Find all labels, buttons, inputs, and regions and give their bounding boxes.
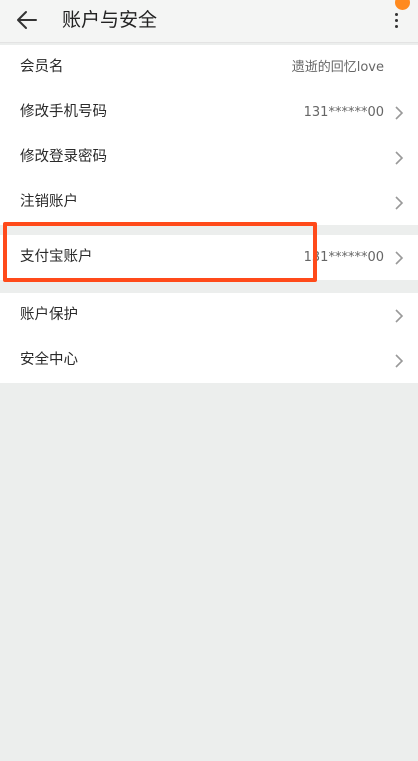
row-change-phone[interactable]: 修改手机号码 131******00 [0, 90, 418, 135]
row-label: 会员名 [20, 59, 64, 75]
row-label: 安全中心 [20, 352, 78, 368]
row-account-protection[interactable]: 账户保护 [0, 293, 418, 338]
phone-value: 131******00 [303, 105, 384, 120]
page-title: 账户与安全 [62, 9, 158, 31]
notification-dot [395, 0, 410, 10]
row-label: 注销账户 [20, 194, 78, 210]
row-cancel-account[interactable]: 注销账户 [0, 180, 418, 225]
top-bar: 账户与安全 [0, 0, 418, 43]
row-change-password[interactable]: 修改登录密码 [0, 135, 418, 180]
chevron-right-icon [395, 354, 404, 368]
row-label: 修改登录密码 [20, 149, 107, 165]
security-group: 账户保护 安全中心 [0, 293, 418, 383]
row-member-name[interactable]: 会员名 遗逝的回忆love [0, 45, 418, 90]
row-label: 修改手机号码 [20, 104, 107, 120]
chevron-right-icon [395, 309, 404, 323]
chevron-right-icon [395, 151, 404, 165]
highlight-annotation-box [3, 222, 317, 282]
row-security-center[interactable]: 安全中心 [0, 338, 418, 383]
account-group: 会员名 遗逝的回忆love 修改手机号码 131******00 修改登录密码 … [0, 45, 418, 225]
more-vertical-icon[interactable] [392, 13, 400, 35]
row-label: 账户保护 [20, 307, 78, 323]
member-name-value: 遗逝的回忆love [291, 60, 384, 75]
chevron-right-icon [395, 251, 404, 265]
chevron-right-icon [395, 106, 404, 120]
back-arrow-icon[interactable] [14, 8, 40, 32]
chevron-right-icon [395, 196, 404, 210]
